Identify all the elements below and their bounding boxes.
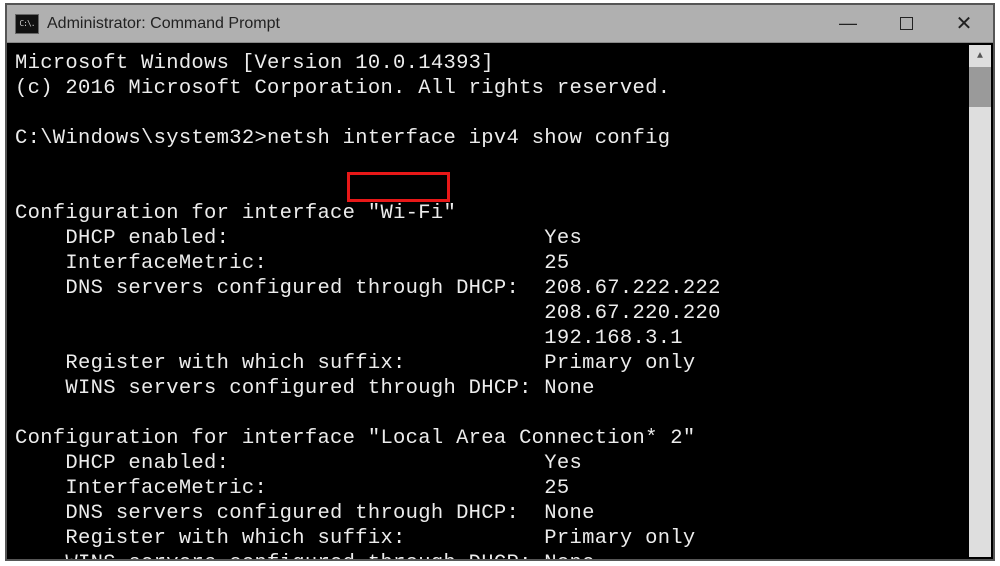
iface2-header: Configuration for interface "Local Area … (15, 427, 696, 450)
iface1-name: "Wi-Fi" (368, 202, 456, 225)
iface2-metric: InterfaceMetric: 25 (15, 477, 570, 500)
prompt-text: C:\Windows\system32> (15, 127, 267, 150)
iface1-wins: WINS servers configured through DHCP: No… (15, 377, 595, 400)
command-text: netsh interface ipv4 show config (267, 127, 670, 150)
iface2-wins: WINS servers configured through DHCP: No… (15, 552, 595, 559)
iface1-dns3: 192.168.3.1 (15, 327, 683, 350)
scrollbar-thumb[interactable] (969, 67, 991, 107)
iface1-metric: InterfaceMetric: 25 (15, 252, 570, 275)
title-bar[interactable]: C:\. Administrator: Command Prompt — ✕ (7, 5, 993, 43)
vertical-scrollbar[interactable]: ▲ (969, 45, 991, 557)
iface1-dhcp: DHCP enabled: Yes (15, 227, 582, 250)
os-version-line: Microsoft Windows [Version 10.0.14393] (15, 52, 494, 75)
command-prompt-window: C:\. Administrator: Command Prompt — ✕ M… (5, 3, 995, 561)
close-button[interactable]: ✕ (935, 5, 993, 42)
minimize-button[interactable]: — (819, 5, 877, 42)
iface1-dns1: DNS servers configured through DHCP: 208… (15, 277, 721, 300)
window-title: Administrator: Command Prompt (47, 15, 280, 33)
terminal-output[interactable]: Microsoft Windows [Version 10.0.14393] (… (7, 43, 993, 559)
cmd-icon: C:\. (15, 14, 39, 34)
iface2-register: Register with which suffix: Primary only (15, 527, 696, 550)
maximize-button[interactable] (877, 5, 935, 42)
iface2-dhcp: DHCP enabled: Yes (15, 452, 582, 475)
iface2-dns: DNS servers configured through DHCP: Non… (15, 502, 595, 525)
iface1-dns2: 208.67.220.220 (15, 302, 721, 325)
iface1-header-pre: Configuration for interface (15, 202, 368, 225)
copyright-line: (c) 2016 Microsoft Corporation. All righ… (15, 77, 670, 100)
highlight-annotation (347, 172, 450, 202)
scroll-up-arrow-icon[interactable]: ▲ (969, 45, 991, 67)
window-controls: — ✕ (819, 5, 993, 42)
iface1-register: Register with which suffix: Primary only (15, 352, 696, 375)
